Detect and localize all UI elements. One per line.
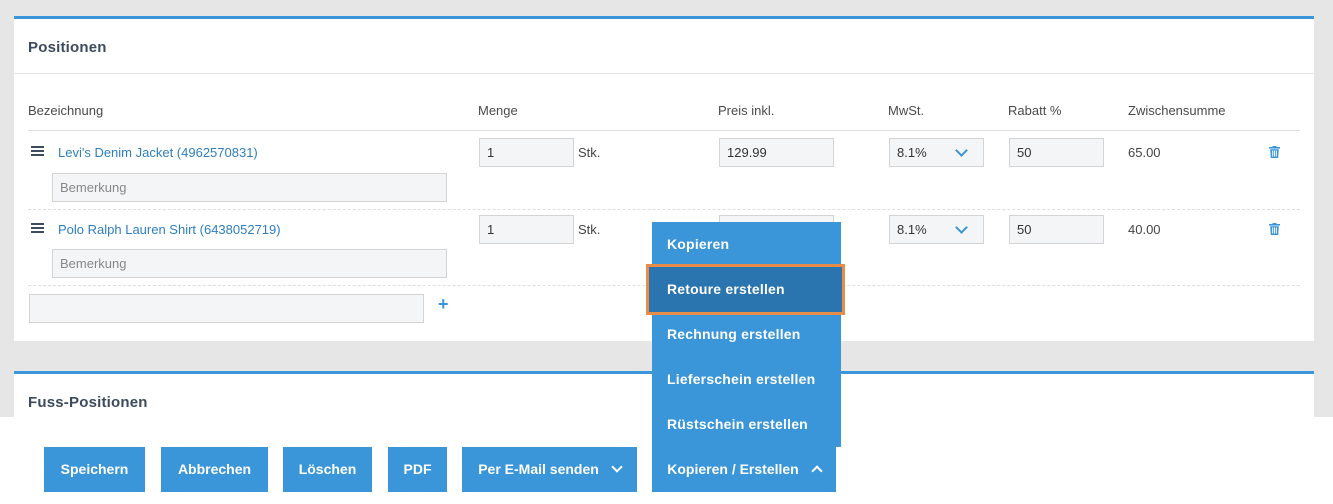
copy-create-button[interactable]: Kopieren / Erstellen	[652, 447, 836, 492]
pdf-button[interactable]: PDF	[388, 447, 447, 492]
email-send-button[interactable]: Per E-Mail senden	[462, 447, 637, 492]
vat-value: 8.1%	[897, 222, 927, 237]
menu-item-retoure-erstellen[interactable]: Retoure erstellen	[646, 264, 845, 315]
title-divider	[14, 73, 1314, 74]
chevron-up-icon	[811, 465, 823, 477]
chevron-down-icon	[611, 461, 623, 473]
col-header-rabatt: Rabatt %	[1008, 103, 1062, 118]
positions-title: Positionen	[28, 39, 107, 56]
unit-label: Stk.	[578, 145, 601, 160]
plus-icon[interactable]: +	[438, 294, 449, 315]
row-divider	[28, 209, 1300, 210]
col-header-menge: Menge	[478, 103, 518, 118]
trash-icon[interactable]	[1269, 146, 1280, 158]
cancel-button[interactable]: Abbrechen	[161, 447, 268, 492]
vat-select[interactable]: 8.1%	[889, 138, 984, 167]
trash-icon[interactable]	[1269, 223, 1280, 235]
col-header-bezeichnung: Bezeichnung	[28, 103, 104, 118]
save-button[interactable]: Speichern	[44, 447, 145, 492]
item-name-link[interactable]: Levi's Denim Jacket (4962570831)	[58, 145, 258, 160]
unit-label: Stk.	[578, 222, 601, 237]
quantity-input[interactable]	[479, 215, 574, 244]
menu-item-rechnung-erstellen[interactable]: Rechnung erstellen	[652, 312, 841, 357]
remark-input[interactable]	[52, 249, 447, 278]
vat-select[interactable]: 8.1%	[889, 215, 984, 244]
subtotal-value: 65.00	[1128, 145, 1161, 160]
vat-value: 8.1%	[897, 145, 927, 160]
copy-create-label: Kopieren / Erstellen	[667, 461, 799, 477]
discount-input[interactable]	[1009, 138, 1104, 167]
chevron-down-icon	[955, 221, 968, 234]
menu-item-lieferschein-erstellen[interactable]: Lieferschein erstellen	[652, 357, 841, 402]
fuss-positions-title: Fuss-Positionen	[28, 394, 148, 411]
menu-item-kopieren[interactable]: Kopieren	[652, 222, 841, 267]
subtotal-value: 40.00	[1128, 222, 1161, 237]
remark-input[interactable]	[52, 173, 447, 202]
discount-input[interactable]	[1009, 215, 1104, 244]
price-input[interactable]	[719, 138, 834, 167]
copy-create-dropdown-menu: Kopieren Retoure erstellen Rechnung erst…	[646, 222, 845, 447]
quantity-input[interactable]	[479, 138, 574, 167]
col-header-mwst: MwSt.	[888, 103, 925, 118]
drag-handle-icon[interactable]	[31, 223, 44, 233]
delete-button[interactable]: Löschen	[283, 447, 372, 492]
item-name-link[interactable]: Polo Ralph Lauren Shirt (6438052719)	[58, 222, 281, 237]
header-divider	[28, 130, 1300, 131]
email-send-label: Per E-Mail senden	[478, 461, 599, 477]
menu-item-ruestschein-erstellen[interactable]: Rüstschein erstellen	[652, 402, 841, 447]
col-header-preis: Preis inkl.	[718, 103, 775, 118]
new-item-input[interactable]	[29, 294, 424, 323]
chevron-down-icon	[955, 144, 968, 157]
col-header-zwischensumme: Zwischensumme	[1128, 103, 1226, 118]
drag-handle-icon[interactable]	[31, 146, 44, 156]
